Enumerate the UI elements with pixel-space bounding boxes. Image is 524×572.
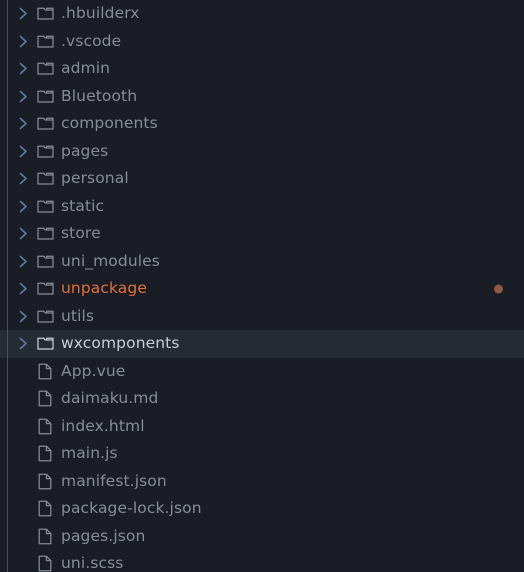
tree-row-label: pages <box>61 141 109 160</box>
tree-row-label: package-lock.json <box>61 499 202 517</box>
tree-row-folder[interactable]: components <box>0 110 524 138</box>
tree-row-file[interactable]: main.js <box>0 440 524 468</box>
tree-row-folder[interactable]: store <box>0 220 524 248</box>
tree-row-label: App.vue <box>61 361 126 380</box>
tree-row-label: main.js <box>61 444 118 462</box>
folder-icon <box>36 165 54 193</box>
tree-row-label: uni_modules <box>61 251 160 270</box>
tree-row-label: personal <box>61 169 129 187</box>
chevron-right-icon[interactable] <box>12 220 34 248</box>
folder-icon <box>36 248 54 276</box>
file-icon <box>36 440 54 468</box>
chevron-right-icon[interactable] <box>12 330 34 358</box>
chevron-right-icon[interactable] <box>12 0 34 28</box>
tree-row-label: static <box>61 196 105 215</box>
tree-row-folder[interactable]: pages <box>0 138 524 166</box>
folder-icon <box>36 193 54 221</box>
tree-row-folder[interactable]: utils <box>0 303 524 331</box>
tree-row-label: components <box>61 114 158 132</box>
chevron-right-icon[interactable] <box>12 55 34 83</box>
folder-icon <box>36 138 54 166</box>
tree-row-label: Bluetooth <box>61 86 138 105</box>
folder-icon <box>36 28 54 56</box>
file-icon <box>36 385 54 413</box>
tree-row-file[interactable]: pages.json <box>0 523 524 551</box>
tree-row-label: manifest.json <box>61 471 167 490</box>
folder-icon <box>36 83 54 111</box>
tree-row-label: admin <box>61 59 111 77</box>
tree-row-label: store <box>61 224 101 242</box>
tree-row-file[interactable]: App.vue <box>0 358 524 386</box>
file-icon <box>36 550 54 572</box>
tree-row-file[interactable]: manifest.json <box>0 468 524 496</box>
chevron-right-icon[interactable] <box>12 303 34 331</box>
folder-icon <box>36 330 54 358</box>
folder-icon <box>36 55 54 83</box>
file-explorer-tree[interactable]: .hbuilderx .vscode admin Bluetooth component… <box>0 0 524 572</box>
file-icon <box>36 523 54 551</box>
tree-row-folder[interactable]: .hbuilderx <box>0 0 524 28</box>
chevron-right-icon[interactable] <box>12 165 34 193</box>
tree-row-folder[interactable]: admin <box>0 55 524 83</box>
file-icon <box>36 358 54 386</box>
tree-row-folder[interactable]: Bluetooth <box>0 83 524 111</box>
tree-row-file[interactable]: index.html <box>0 413 524 441</box>
chevron-right-icon[interactable] <box>12 138 34 166</box>
tree-row-file[interactable]: uni.scss <box>0 550 524 572</box>
folder-icon <box>36 110 54 138</box>
tree-row-label: index.html <box>61 416 145 435</box>
file-icon <box>36 495 54 523</box>
file-icon <box>36 413 54 441</box>
tree-row-label: wxcomponents <box>61 334 180 352</box>
tree-row-folder[interactable]: uni_modules <box>0 248 524 276</box>
tree-row-folder[interactable]: wxcomponents <box>0 330 524 358</box>
tree-row-label: pages.json <box>61 526 146 545</box>
tree-row-label: daimaku.md <box>61 389 159 407</box>
chevron-right-icon[interactable] <box>12 28 34 56</box>
tree-row-folder[interactable]: .vscode <box>0 28 524 56</box>
file-icon <box>36 468 54 496</box>
chevron-right-icon[interactable] <box>12 275 34 303</box>
tree-row-folder[interactable]: unpackage <box>0 275 524 303</box>
tree-row-label: utils <box>61 306 95 325</box>
tree-row-file[interactable]: daimaku.md <box>0 385 524 413</box>
folder-icon <box>36 303 54 331</box>
tree-row-file[interactable]: package-lock.json <box>0 495 524 523</box>
chevron-right-icon[interactable] <box>12 193 34 221</box>
chevron-right-icon[interactable] <box>12 110 34 138</box>
tree-row-folder[interactable]: static <box>0 193 524 221</box>
folder-icon <box>36 275 54 303</box>
tree-row-label: .vscode <box>61 31 122 50</box>
folder-icon <box>36 220 54 248</box>
file-tree-list: .hbuilderx .vscode admin Bluetooth component… <box>0 0 524 572</box>
folder-icon <box>36 0 54 28</box>
tree-row-folder[interactable]: personal <box>0 165 524 193</box>
tree-row-label: uni.scss <box>61 554 124 572</box>
tree-row-label: .hbuilderx <box>61 4 140 22</box>
chevron-right-icon[interactable] <box>12 83 34 111</box>
tree-row-label: unpackage <box>61 279 147 297</box>
chevron-right-icon[interactable] <box>12 248 34 276</box>
status-badge-dot <box>494 284 503 294</box>
